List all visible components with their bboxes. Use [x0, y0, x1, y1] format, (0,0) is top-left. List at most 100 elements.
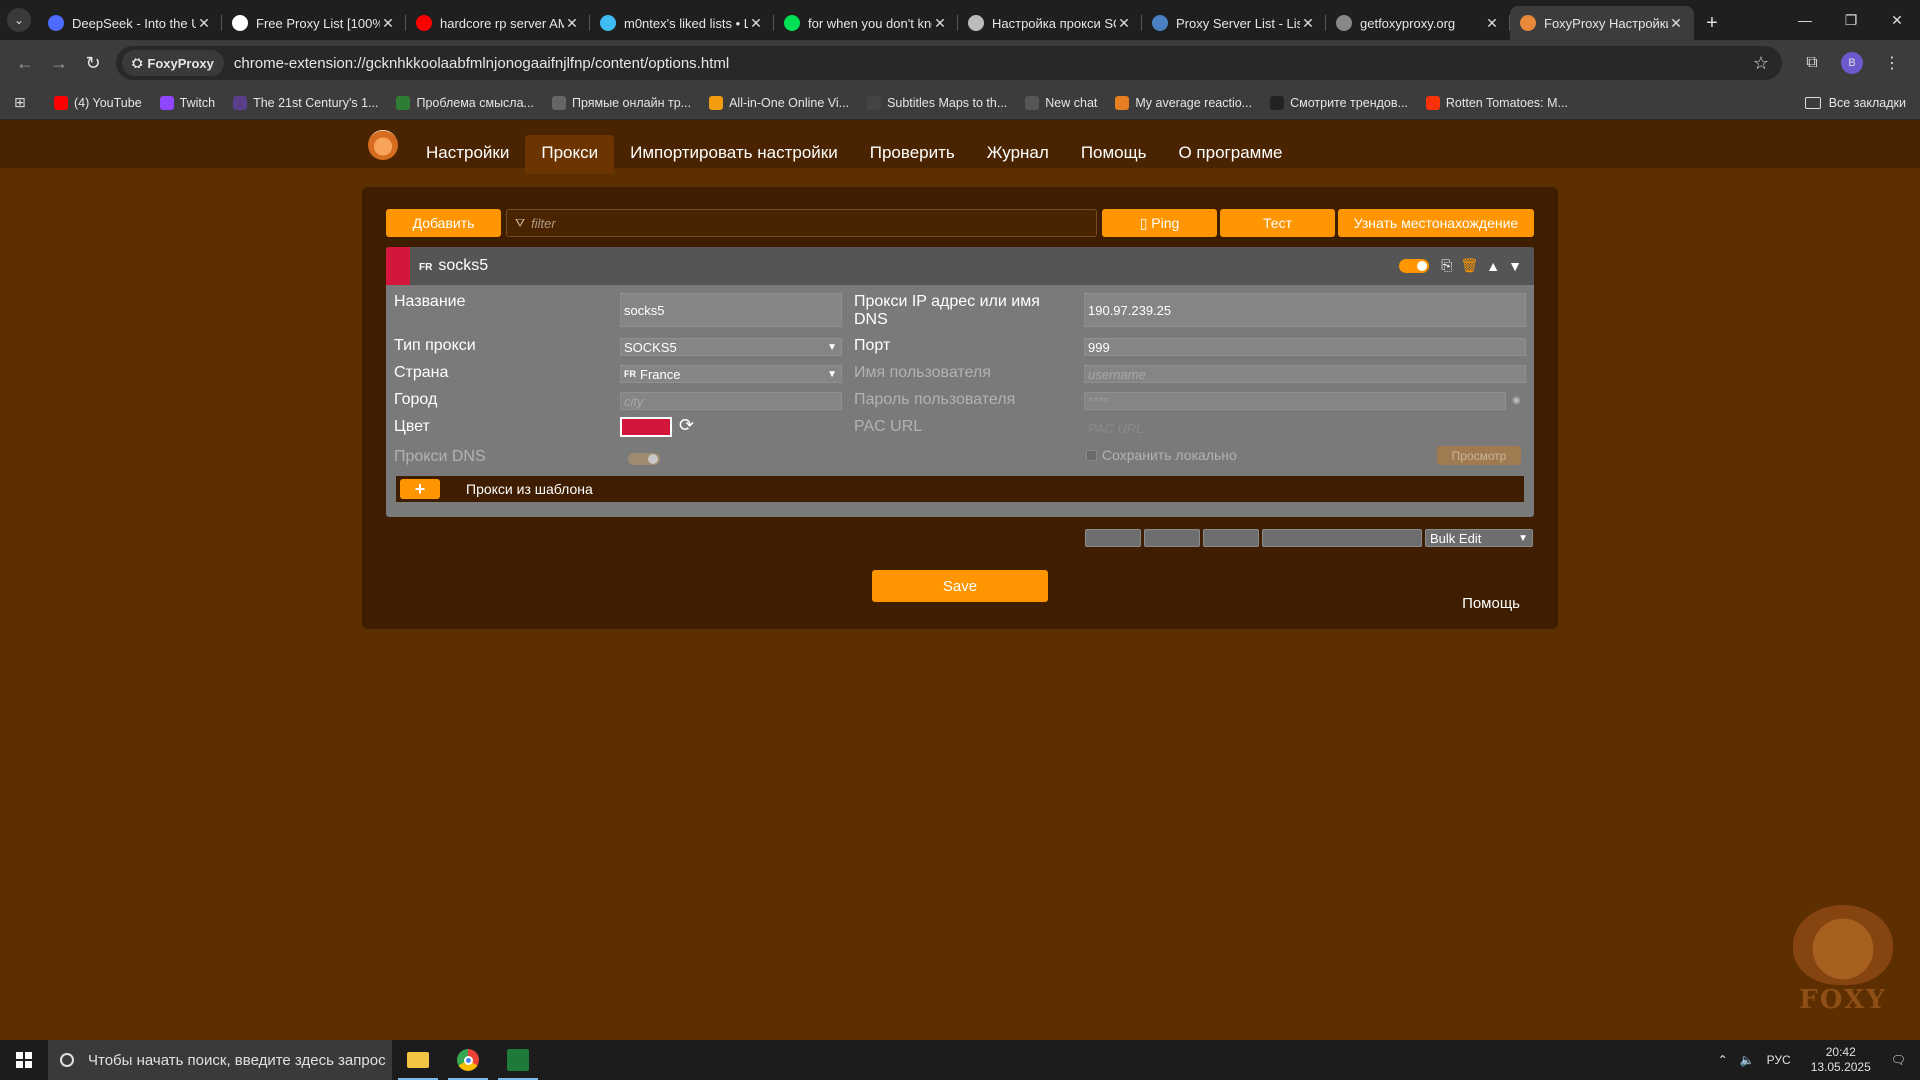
bulk-field-1[interactable]	[1085, 529, 1141, 547]
color-picker[interactable]	[620, 417, 672, 437]
tray-chevron-up-icon[interactable]: ⌃	[1718, 1053, 1728, 1067]
browser-tab[interactable]: Настройка прокси SOCKS✕	[958, 6, 1142, 40]
bookmark-item[interactable]: Прямые онлайн тр...	[551, 95, 691, 110]
bookmark-item[interactable]: New chat	[1025, 95, 1097, 110]
filter-input[interactable]	[531, 215, 1072, 231]
forward-button[interactable]: →	[42, 46, 76, 80]
start-button[interactable]	[0, 1040, 48, 1080]
show-password-eye-icon[interactable]: ◉	[1512, 395, 1521, 406]
nav-tab[interactable]: Импортировать настройки	[614, 135, 854, 174]
proxy-dns-toggle[interactable]	[628, 453, 660, 465]
new-tab-button[interactable]: +	[1694, 6, 1730, 40]
close-window-icon[interactable]: ✕	[1874, 0, 1920, 40]
close-tab-icon[interactable]: ✕	[1484, 15, 1500, 32]
bookmark-item[interactable]: Subtitles Maps to th...	[867, 95, 1008, 110]
bulk-edit-select[interactable]: Bulk Edit ▼	[1425, 529, 1533, 547]
bookmark-star-icon[interactable]: ☆	[1746, 53, 1776, 74]
store-locally-checkbox[interactable]	[1086, 450, 1097, 461]
extensions-puzzle-icon[interactable]: ⧉	[1792, 54, 1832, 72]
taskbar-search[interactable]: Чтобы начать поиск, введите здесь запрос	[48, 1040, 392, 1080]
browser-tab[interactable]: getfoxyproxy.org ✕	[1326, 6, 1510, 40]
back-button[interactable]: ←	[8, 46, 42, 80]
bookmark-item[interactable]: (4) YouTube	[54, 95, 142, 110]
close-tab-icon[interactable]: ✕	[932, 15, 948, 32]
bookmark-item[interactable]: Смотрите трендов...	[1270, 95, 1408, 110]
bookmark-favicon-icon	[54, 95, 68, 110]
pac-url-input[interactable]: PAC URL	[1084, 419, 1526, 437]
proxy-type-select[interactable]: SOCKS5 ▼	[620, 338, 842, 356]
browser-tab[interactable]: hardcore rp server AMP ✕	[406, 6, 590, 40]
add-from-template-button[interactable]: +	[400, 479, 440, 499]
input-language[interactable]: РУС	[1767, 1053, 1791, 1067]
close-tab-icon[interactable]: ✕	[564, 15, 580, 32]
browser-tab[interactable]: FoxyProxy Настройки ✕	[1510, 6, 1694, 40]
browser-tab[interactable]: Proxy Server List - List ✕	[1142, 6, 1326, 40]
username-input[interactable]: username	[1084, 365, 1526, 383]
chrome-app[interactable]	[444, 1040, 492, 1080]
random-color-icon[interactable]: ⟳	[679, 415, 694, 436]
nav-tab[interactable]: Проверить	[854, 135, 971, 174]
kebab-menu-icon[interactable]: ⋮	[1872, 53, 1912, 73]
extension-chip[interactable]: ⛭ FoxyProxy	[122, 50, 224, 76]
browser-tab[interactable]: DeepSeek - Into the Unknown✕	[38, 6, 222, 40]
notifications-icon[interactable]: 🗨	[1891, 1053, 1906, 1067]
close-tab-icon[interactable]: ✕	[196, 15, 212, 32]
bookmark-item[interactable]: The 21st Century's 1...	[233, 95, 378, 110]
bookmark-item[interactable]: All-in-One Online Vi...	[709, 95, 849, 110]
proxy-enable-toggle[interactable]	[1399, 258, 1430, 273]
bookmark-item[interactable]: Проблема смысла...	[396, 95, 534, 110]
restore-icon[interactable]: ❐	[1828, 0, 1874, 40]
city-input[interactable]: city	[620, 392, 842, 410]
all-bookmarks[interactable]: Все закладки	[1804, 86, 1906, 120]
nav-tab[interactable]: Настройки	[410, 135, 525, 174]
nav-tab[interactable]: Помощь	[1065, 135, 1163, 174]
bulk-field-3[interactable]	[1203, 529, 1259, 547]
host-input[interactable]: 190.97.239.25	[1084, 293, 1526, 327]
close-tab-icon[interactable]: ✕	[1116, 15, 1132, 32]
clock[interactable]: 20:42 13.05.2025	[1811, 1045, 1871, 1075]
move-down-icon[interactable]: ▼	[1508, 258, 1522, 274]
url-text[interactable]: chrome-extension://gcknhkkoolaabfmlnjono…	[234, 55, 1746, 72]
locate-button[interactable]: Узнать местонахождение	[1338, 209, 1534, 237]
browser-tab[interactable]: Free Proxy List [100% Free]✕	[222, 6, 406, 40]
volume-icon[interactable]: 🔈	[1740, 1053, 1755, 1067]
apps-grid-icon[interactable]: ⊞	[14, 94, 34, 111]
view-button[interactable]: Просмотр	[1437, 446, 1521, 465]
minimize-icon[interactable]: —	[1782, 0, 1828, 40]
close-tab-icon[interactable]: ✕	[1300, 15, 1316, 32]
bookmark-item[interactable]: Twitch	[159, 95, 215, 110]
nav-tab[interactable]: Прокси	[525, 135, 615, 174]
reload-button[interactable]: ↻	[76, 46, 110, 80]
add-button[interactable]: Добавить	[386, 209, 501, 237]
ping-button[interactable]: ▯ Ping	[1102, 209, 1217, 237]
password-input[interactable]: ****	[1084, 392, 1506, 410]
proxy-header[interactable]: FR socks5 ⎘ 🗑 ▲ ▼	[386, 247, 1534, 285]
bookmark-item[interactable]: Rotten Tomatoes: M...	[1425, 95, 1568, 110]
save-button[interactable]: Save	[872, 570, 1048, 602]
bookmark-label: Subtitles Maps to th...	[887, 95, 1008, 110]
browser-tab[interactable]: for when you don't know✕	[774, 6, 958, 40]
nav-tab[interactable]: Журнал	[971, 135, 1065, 174]
bookmark-item[interactable]: My average reactio...	[1115, 95, 1252, 110]
test-button[interactable]: Тест	[1220, 209, 1335, 237]
browser-tab[interactable]: m0ntex's liked lists • Letterboxd✕	[590, 6, 774, 40]
move-up-icon[interactable]: ▲	[1486, 258, 1500, 274]
country-select[interactable]: FR France ▼	[620, 365, 842, 383]
nav-tab[interactable]: О программе	[1162, 135, 1298, 174]
name-input[interactable]: socks5	[620, 293, 842, 327]
help-link[interactable]: Помощь	[1462, 595, 1520, 612]
excel-app[interactable]	[494, 1040, 542, 1080]
tab-favicon-icon	[784, 15, 800, 31]
tab-search-button[interactable]: ⌄	[0, 0, 38, 40]
omnibox[interactable]: ⛭ FoxyProxy chrome-extension://gcknhkkool…	[116, 46, 1782, 80]
close-tab-icon[interactable]: ✕	[380, 15, 396, 32]
duplicate-icon[interactable]: ⎘	[1441, 257, 1452, 274]
bulk-field-2[interactable]	[1144, 529, 1200, 547]
close-tab-icon[interactable]: ✕	[1668, 15, 1684, 32]
port-input[interactable]: 999	[1084, 338, 1526, 356]
close-tab-icon[interactable]: ✕	[748, 15, 764, 32]
profile-avatar[interactable]: B	[1841, 52, 1863, 74]
bulk-field-4[interactable]	[1262, 529, 1422, 547]
file-explorer-app[interactable]	[394, 1040, 442, 1080]
delete-icon[interactable]: 🗑	[1461, 257, 1479, 274]
